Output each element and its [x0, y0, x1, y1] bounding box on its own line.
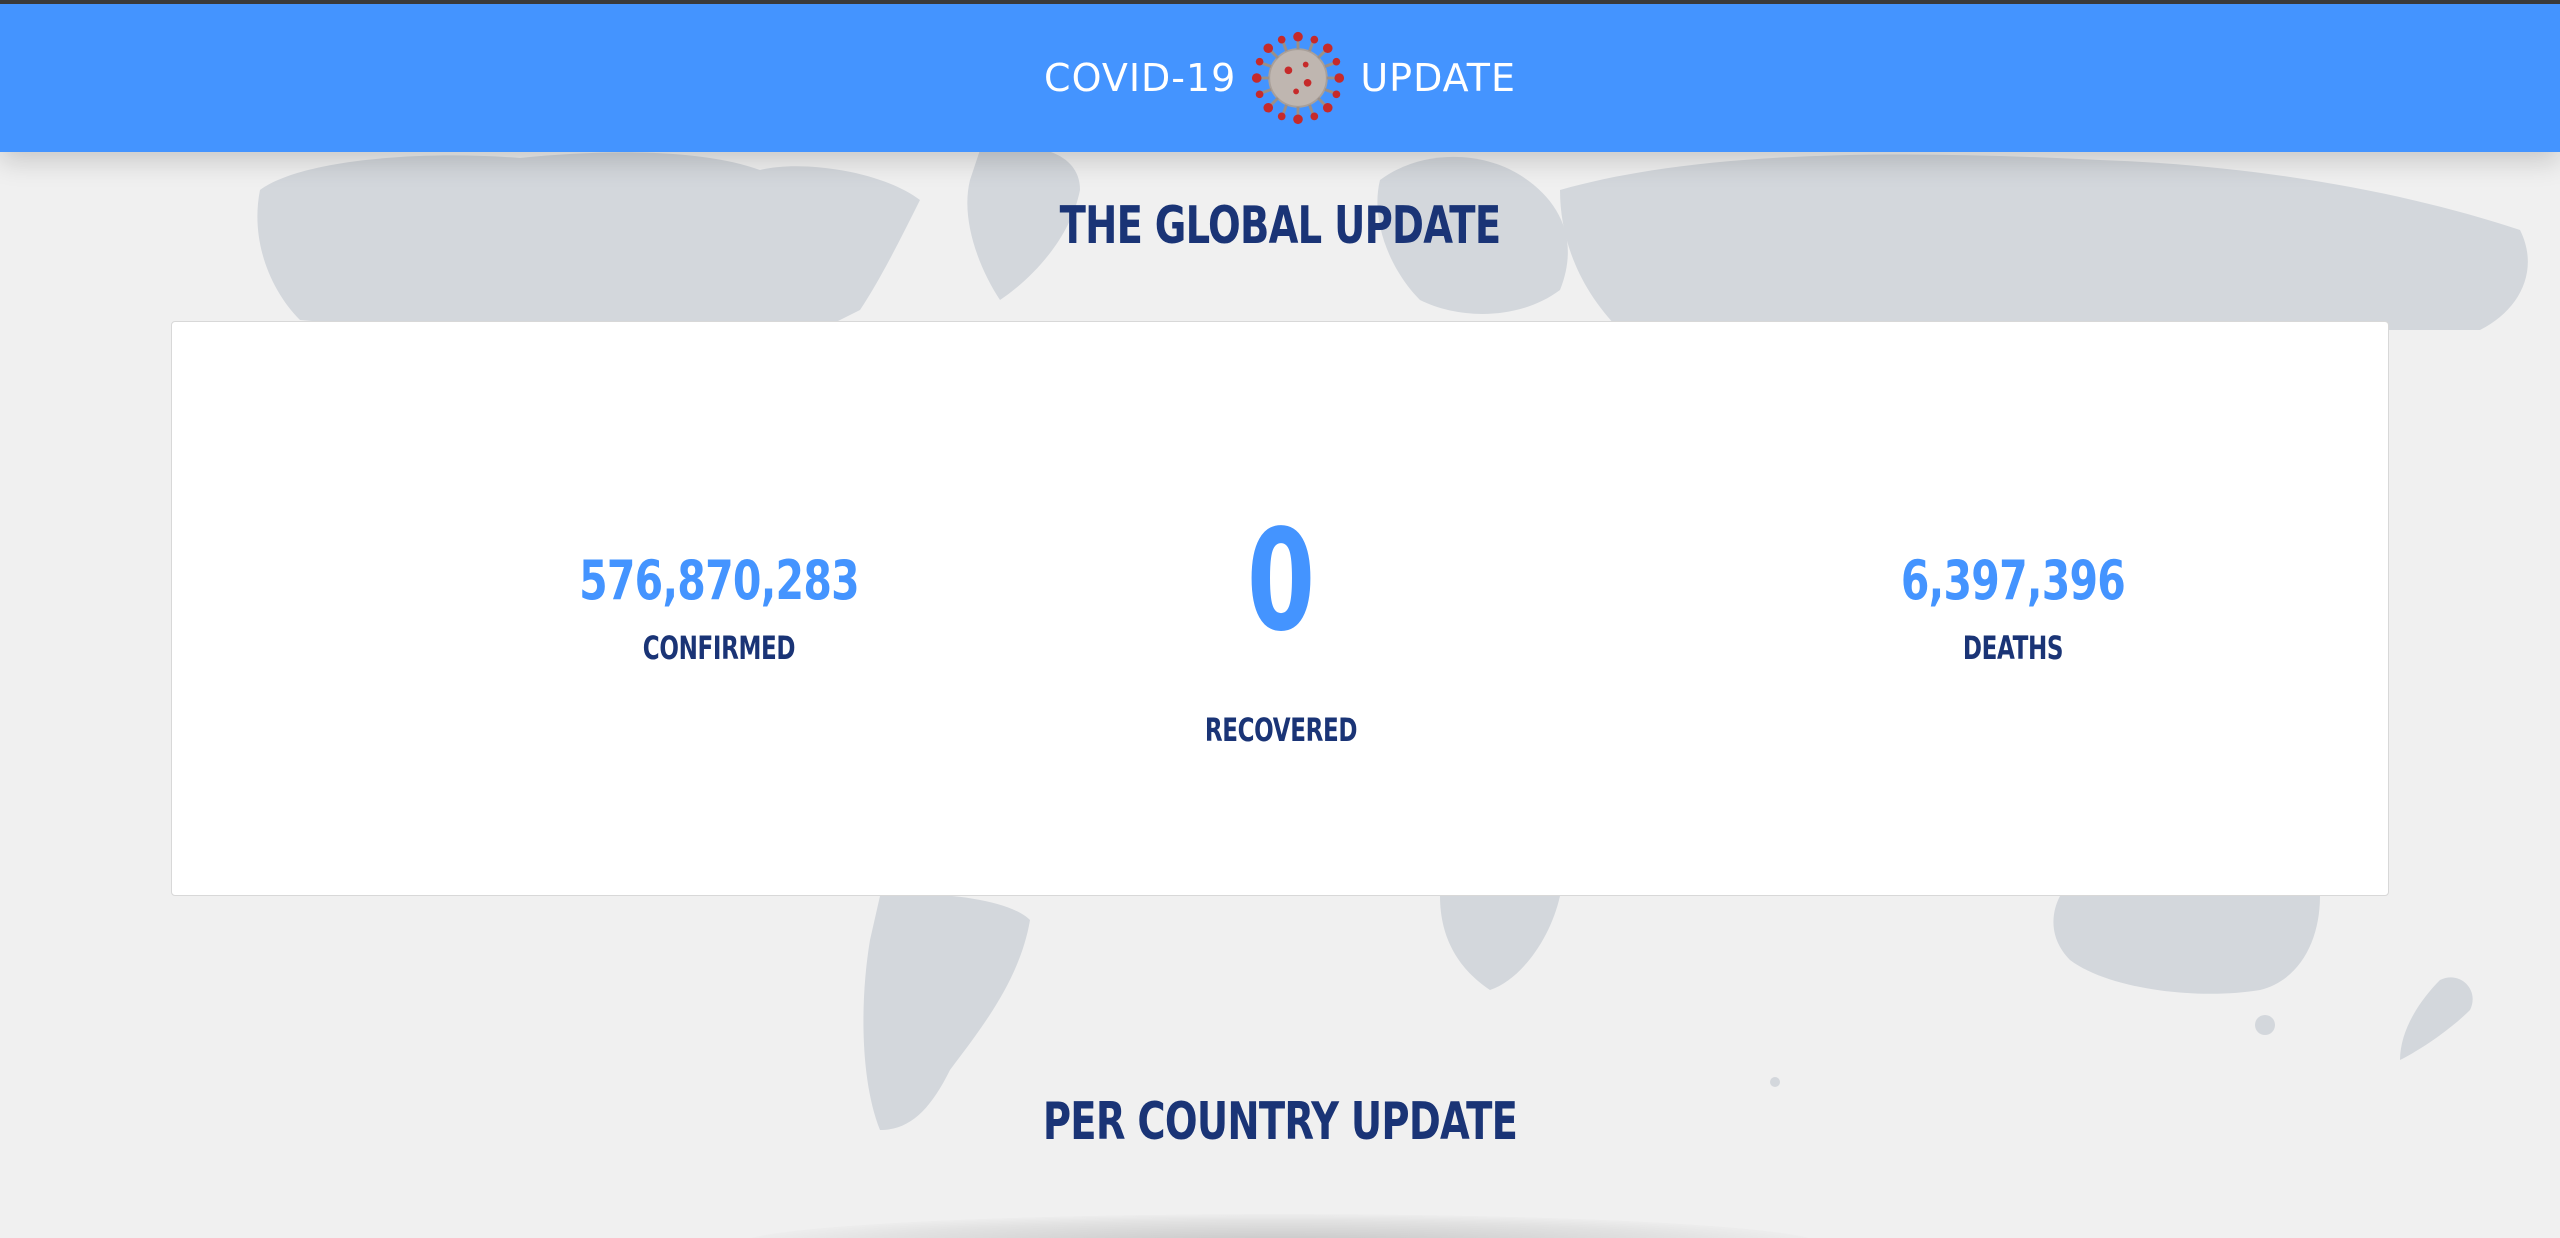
deaths-value: 6,397,396: [1900, 549, 2126, 612]
confirmed-stat: 576,870,283 CONFIRMED: [419, 549, 1019, 667]
deaths-stat: 6,397,396 DEATHS: [1713, 549, 2313, 667]
recovered-stat: 0 RECOVERED: [981, 500, 1581, 749]
confirmed-label: CONFIRMED: [642, 629, 796, 667]
coronavirus-icon: [1252, 31, 1345, 125]
per-country-update-title: PER COUNTRY UPDATE: [1042, 1092, 1518, 1152]
global-stats-card: 576,870,283 CONFIRMED 0 RECOVERED 6,397,…: [171, 321, 2389, 896]
brand[interactable]: COVID-19 UPDATE: [1044, 30, 1516, 126]
recovered-value: 0: [1246, 500, 1316, 663]
brand-title-left: COVID-19: [1044, 56, 1237, 100]
confirmed-value: 576,870,283: [579, 549, 860, 612]
deaths-label: DEATHS: [1962, 629, 2064, 667]
page: COVID-19 UPDATE THE GLOBAL UPDATE 576,87…: [0, 0, 2560, 1238]
brand-title-right: UPDATE: [1360, 56, 1516, 100]
global-update-title: THE GLOBAL UPDATE: [1059, 196, 1501, 256]
header-bar: COVID-19 UPDATE: [0, 0, 2560, 152]
recovered-label: RECOVERED: [1204, 711, 1358, 749]
